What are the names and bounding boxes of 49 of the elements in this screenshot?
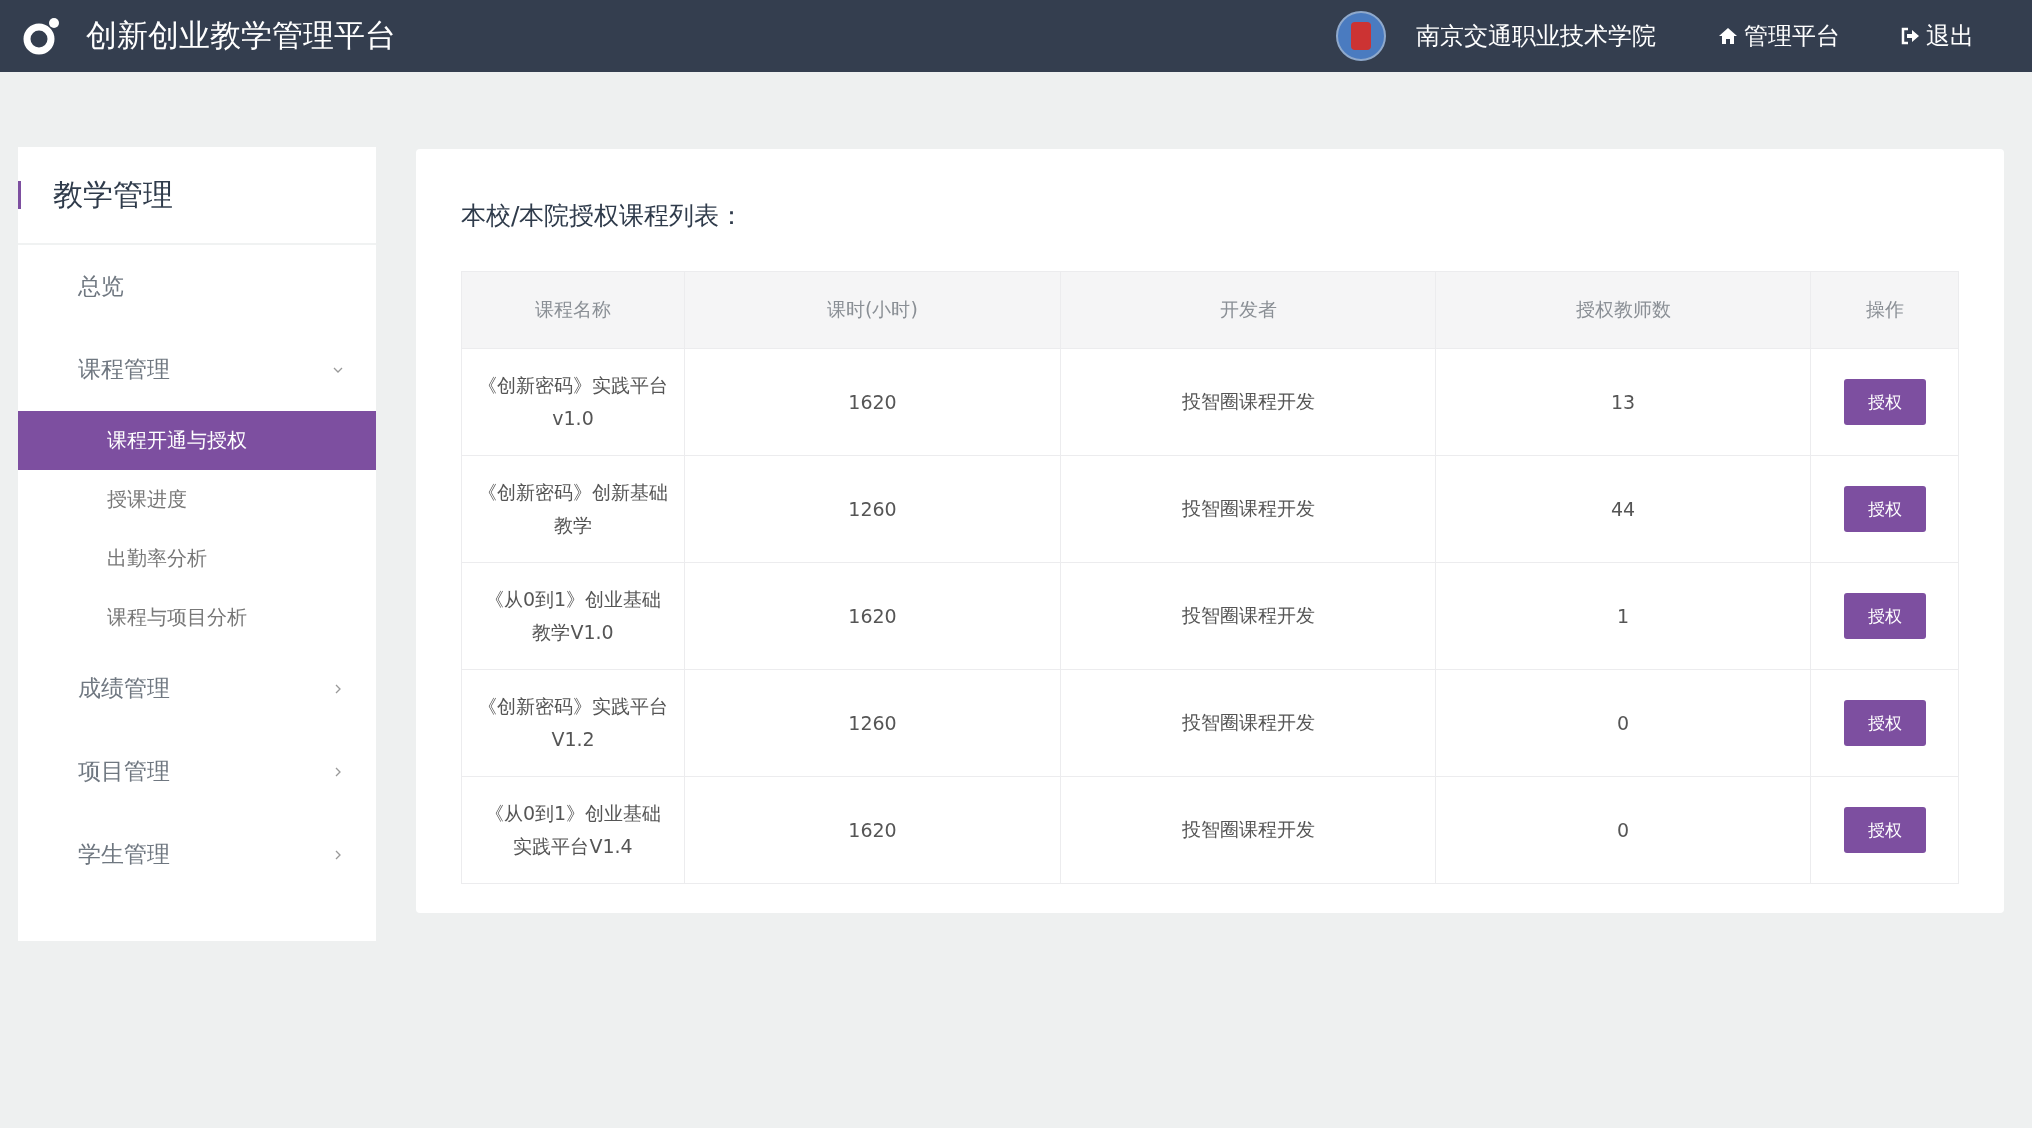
column-header: 课程名称 xyxy=(461,271,685,349)
school-name: 南京交通职业技术学院 xyxy=(1416,21,1656,52)
table-cell: 1620 xyxy=(684,562,1061,670)
app-title: 创新创业教学管理平台 xyxy=(86,16,396,55)
logo-icon xyxy=(22,16,62,56)
submenu-item[interactable]: 授课进度 xyxy=(18,470,376,529)
column-header: 操作 xyxy=(1810,271,1959,349)
table-cell: 《从0到1》创业基础教学V1.0 xyxy=(461,562,685,670)
logout-link[interactable]: 退出 xyxy=(1900,20,1974,52)
admin-platform-link[interactable]: 管理平台 xyxy=(1718,20,1840,52)
menu-item[interactable]: 课程管理 xyxy=(18,328,376,411)
sidebar-title: 教学管理 xyxy=(53,175,173,214)
menu-item[interactable]: 成绩管理 xyxy=(18,647,376,730)
table-cell: 1620 xyxy=(684,776,1061,884)
menu-item[interactable]: 项目管理 xyxy=(18,730,376,813)
table-cell: 1260 xyxy=(684,669,1061,777)
table-cell: 1620 xyxy=(684,348,1061,456)
home-icon xyxy=(1718,27,1738,45)
table-cell: 0 xyxy=(1435,776,1811,884)
table-cell: 1 xyxy=(1435,562,1811,670)
school-emblem-icon xyxy=(1336,11,1386,61)
table-cell: 投智圈课程开发 xyxy=(1060,669,1436,777)
authorize-button[interactable]: 授权 xyxy=(1843,486,1926,532)
column-header: 授权教师数 xyxy=(1435,271,1811,349)
table-cell: 投智圈课程开发 xyxy=(1060,455,1436,563)
table-cell: 0 xyxy=(1435,669,1811,777)
submenu-item[interactable]: 出勤率分析 xyxy=(18,529,376,588)
table-cell: 投智圈课程开发 xyxy=(1060,348,1436,456)
table-cell: 《创新密码》实践平台v1.0 xyxy=(461,348,685,456)
menu-item[interactable]: 总览 xyxy=(18,245,376,328)
column-header: 开发者 xyxy=(1060,271,1436,349)
section-heading: 本校/本院授权课程列表： xyxy=(461,200,746,232)
table-cell: 1260 xyxy=(684,455,1061,563)
table-cell: 《从0到1》创业基础实践平台V1.4 xyxy=(461,776,685,884)
authorize-button[interactable]: 授权 xyxy=(1843,700,1926,746)
column-header: 课时(小时) xyxy=(684,271,1061,349)
table-cell: 《创新密码》创新基础教学 xyxy=(461,455,685,563)
table-cell: 44 xyxy=(1435,455,1811,563)
authorize-button[interactable]: 授权 xyxy=(1843,593,1926,639)
table-cell: 《创新密码》实践平台V1.2 xyxy=(461,669,685,777)
submenu-item[interactable]: 课程开通与授权 xyxy=(18,411,376,470)
menu-item[interactable]: 学生管理 xyxy=(18,813,376,896)
table-cell: 13 xyxy=(1435,348,1811,456)
table-cell: 投智圈课程开发 xyxy=(1060,776,1436,884)
logout-icon xyxy=(1900,27,1920,45)
authorize-button[interactable]: 授权 xyxy=(1843,807,1926,853)
table-cell: 投智圈课程开发 xyxy=(1060,562,1436,670)
authorize-button[interactable]: 授权 xyxy=(1843,379,1926,425)
submenu-item[interactable]: 课程与项目分析 xyxy=(18,588,376,647)
